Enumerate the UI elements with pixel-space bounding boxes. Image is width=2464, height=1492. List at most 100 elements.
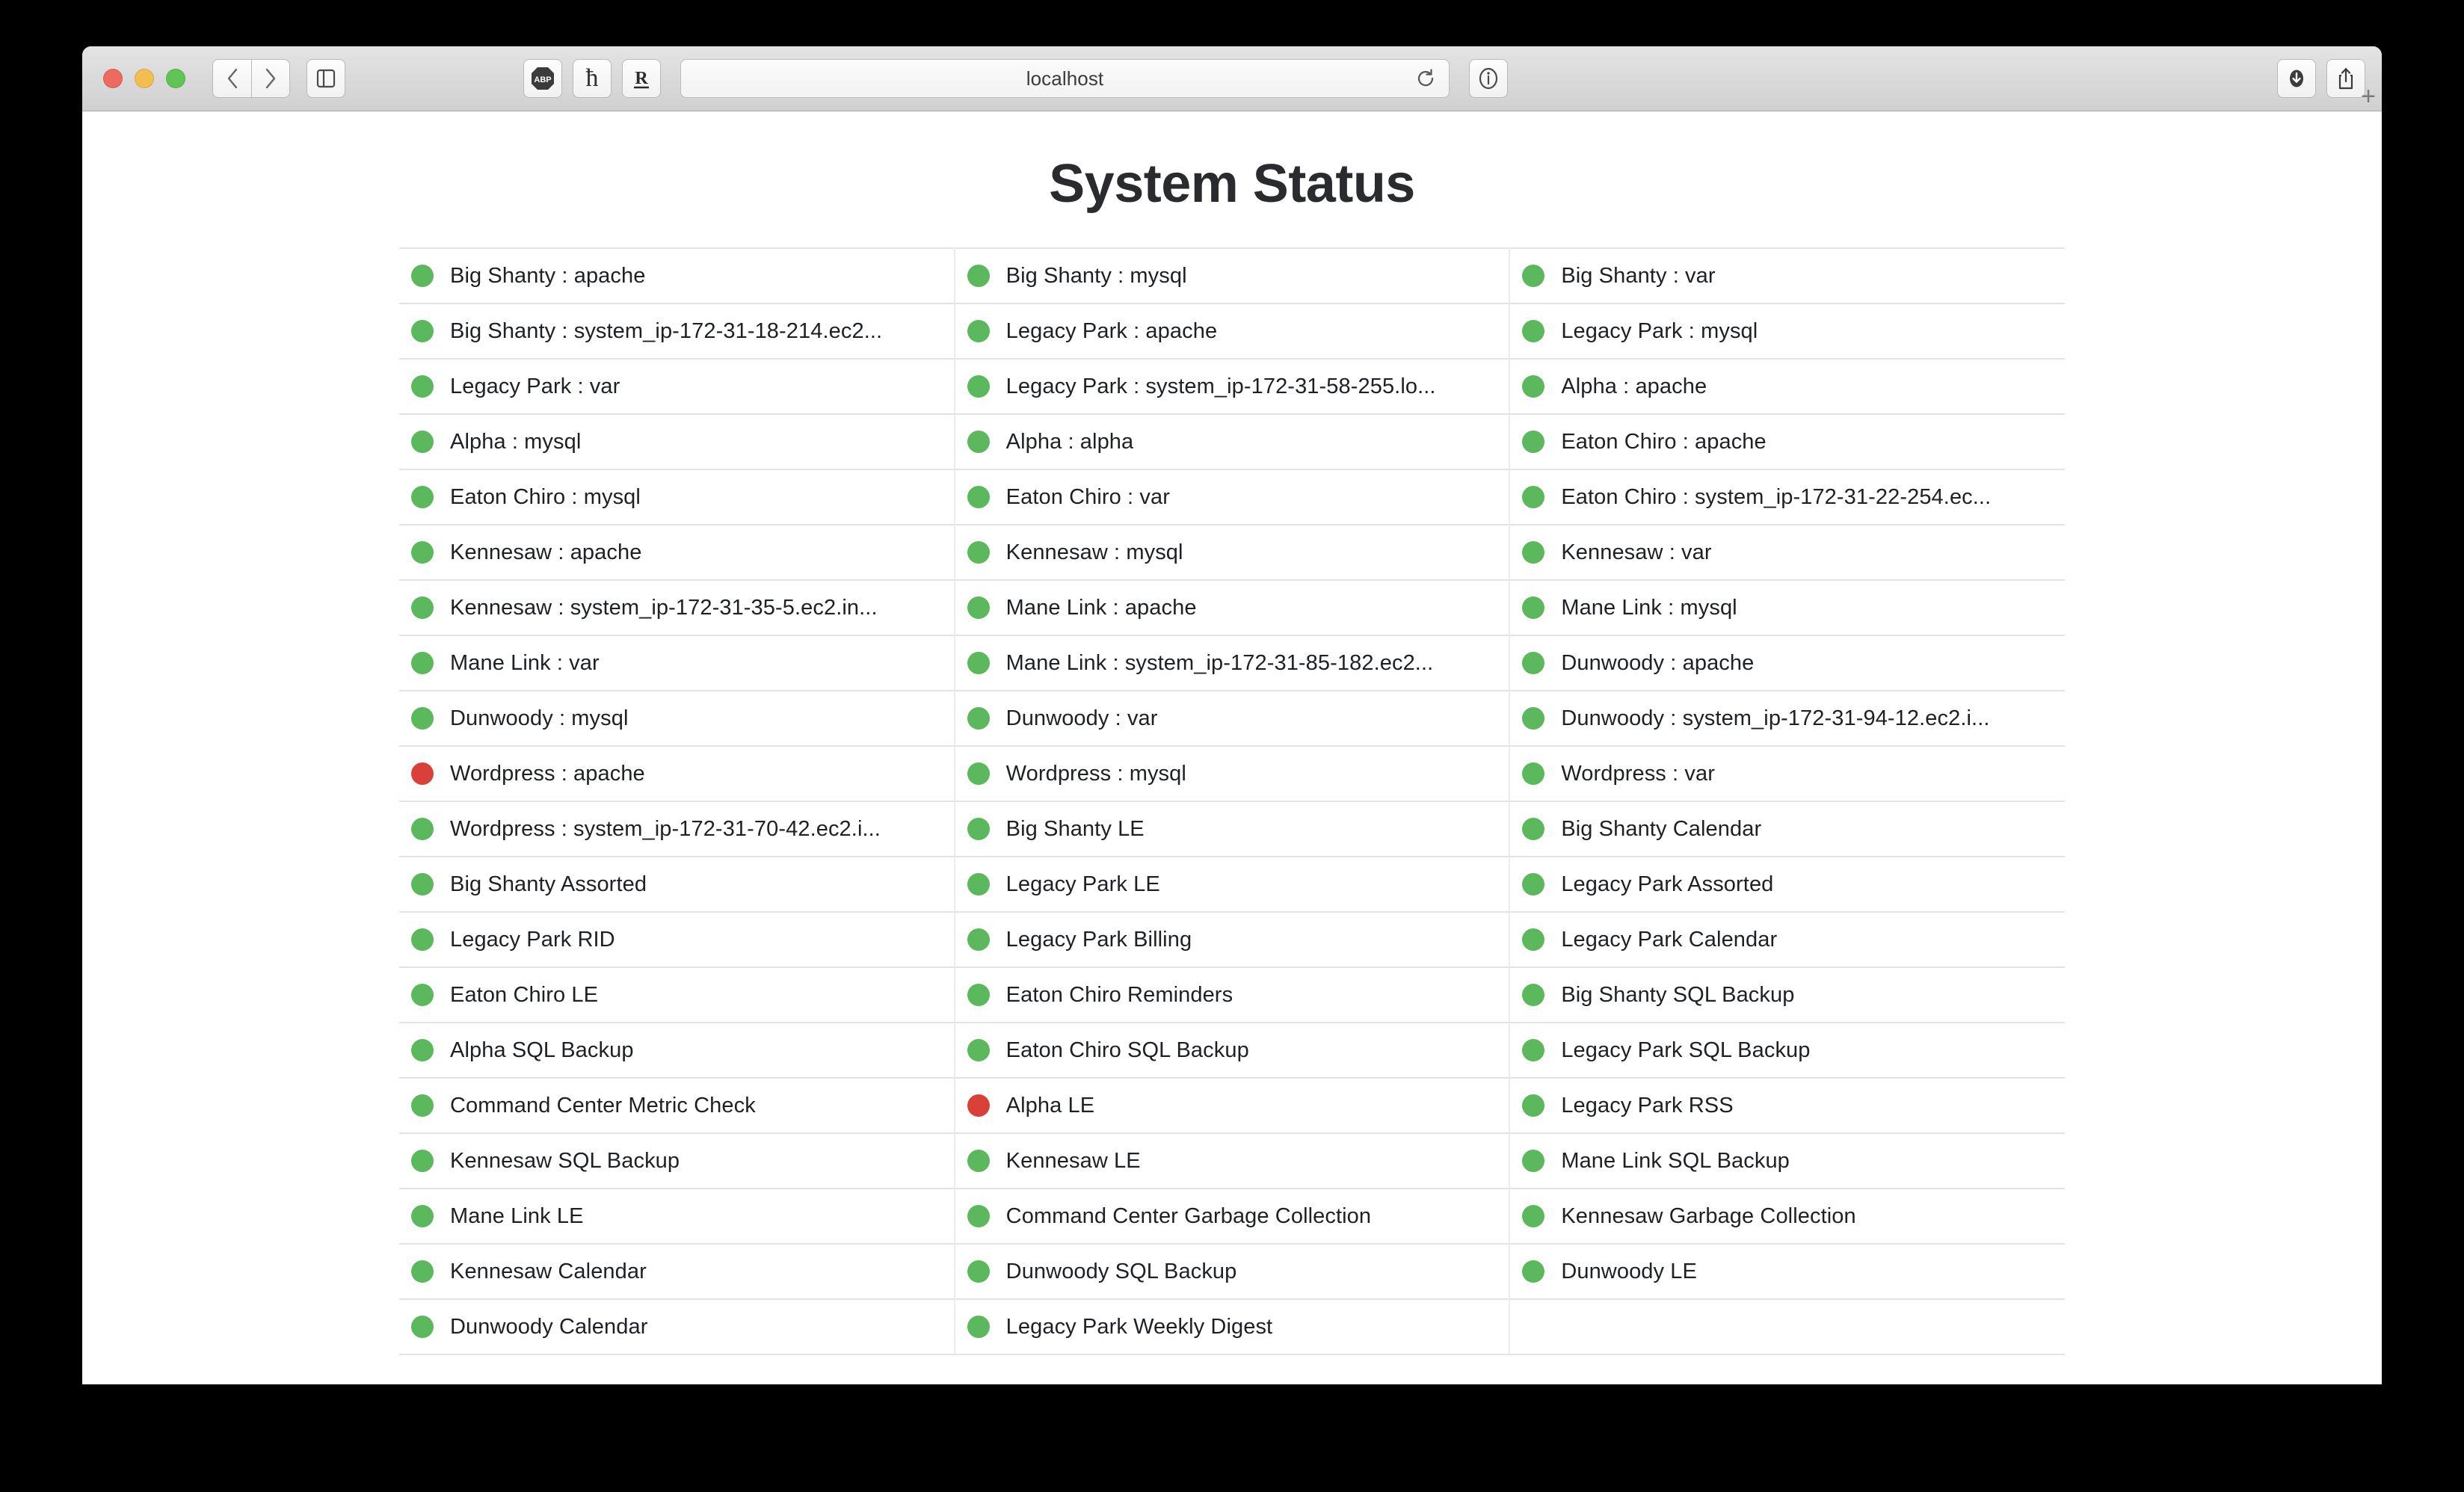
status-cell: Eaton Chiro : mysql [399,469,955,525]
status-item: Dunwoody Calendar [411,1315,940,1340]
address-bar[interactable]: localhost [680,59,1450,98]
status-item-label: Mane Link : system_ip-172-31-85-182.ec2.… [1005,650,1434,675]
status-item-label: Big Shanty Calendar [1561,816,1762,841]
status-item: Eaton Chiro SQL Backup [967,1038,1496,1063]
status-dot-up-icon [967,1150,990,1172]
close-window-button[interactable] [103,69,123,88]
status-item-label: Legacy Park Billing [1005,927,1192,952]
page-title: System Status [1049,154,1415,214]
status-dot-up-icon [967,818,990,840]
status-item-label: Wordpress : var [1561,761,1715,786]
status-dot-up-icon [411,1150,434,1172]
status-item: Mane Link SQL Backup [1522,1149,2051,1174]
status-item-label: Legacy Park RID [450,927,615,952]
status-item: Legacy Park : mysql [1522,319,2051,344]
status-cell: Mane Link : apache [953,579,1511,636]
status-cell: Alpha : apache [1509,358,2065,415]
status-item: Kennesaw SQL Backup [411,1149,940,1174]
status-cell: Mane Link : var [399,635,955,691]
status-item: Alpha : apache [1522,374,2051,399]
status-item: Alpha SQL Backup [411,1038,940,1063]
status-dot-up-icon [1522,652,1545,674]
status-cell: Legacy Park : system_ip-172-31-58-255.lo… [953,358,1511,415]
status-cell: Kennesaw LE [953,1132,1511,1189]
status-dot-up-icon [411,984,434,1006]
table-row: Alpha : mysql Alpha : alpha Eaton Chiro : … [399,413,2065,470]
minimize-window-button[interactable] [135,69,154,88]
status-dot-up-icon [967,762,990,785]
reload-icon [1417,69,1434,87]
status-item: Big Shanty Calendar [1522,817,2051,842]
address-bar-text: localhost [1026,67,1104,90]
status-dot-up-icon [411,486,434,508]
status-cell: Dunwoody LE [1509,1243,2065,1300]
status-item: Big Shanty : mysql [967,264,1496,289]
status-item-label: Legacy Park Assorted [1561,872,1774,896]
status-item-label: Legacy Park LE [1005,872,1160,896]
status-cell: Big Shanty : apache [399,247,955,304]
status-dot-up-icon [411,320,434,342]
status-item-label: Big Shanty SQL Backup [1561,982,1795,1007]
status-item-label: Wordpress : apache [450,761,645,786]
share-button[interactable] [2326,59,2365,98]
status-item: Legacy Park Billing [967,928,1496,952]
page-info-button[interactable] [1469,59,1508,98]
status-item-label: Mane Link : mysql [1561,595,1737,620]
status-dot-up-icon [967,1205,990,1227]
status-item-label: Kennesaw : apache [450,540,642,564]
status-item: Wordpress : mysql [967,762,1496,786]
status-item: Dunwoody : var [967,706,1496,731]
status-cell: Legacy Park : var [399,358,955,415]
browser-titlebar: ABP ħ R localhost + [82,46,2382,111]
status-cell: Eaton Chiro : system_ip-172-31-22-254.ec… [1509,469,2065,525]
downloads-button[interactable] [2277,59,2316,98]
status-item: Mane Link : apache [967,596,1496,620]
status-item: Eaton Chiro Reminders [967,983,1496,1008]
status-item-label: Dunwoody Calendar [450,1314,648,1339]
status-item-label: Legacy Park Calendar [1561,927,1778,952]
status-item: Kennesaw : system_ip-172-31-35-5.ec2.in.… [411,596,940,620]
status-item-label: Wordpress : mysql [1005,761,1186,786]
status-item-label: Mane Link : apache [1005,595,1197,620]
status-item: Wordpress : apache [411,762,940,786]
share-icon [2338,67,2353,90]
status-cell: Dunwoody : system_ip-172-31-94-12.ec2.i.… [1509,690,2065,747]
status-item-label: Big Shanty : apache [450,263,646,288]
adblock-plus-extension-button[interactable]: ABP [523,59,562,98]
status-item: Alpha : alpha [967,430,1496,454]
maximize-window-button[interactable] [166,69,185,88]
status-item-label: Eaton Chiro : var [1005,484,1170,509]
reader-extension-button[interactable]: R [622,59,661,98]
status-item: Big Shanty : system_ip-172-31-18-214.ec2… [411,319,940,344]
status-dot-up-icon [411,1205,434,1227]
table-row: Big Shanty : system_ip-172-31-18-214.ec2… [399,303,2065,360]
status-item: Big Shanty : apache [411,264,940,289]
table-row: Kennesaw Calendar Dunwoody SQL Backup Dunw… [399,1243,2065,1300]
new-tab-button[interactable]: + [2361,84,2376,109]
status-item: Command Center Metric Check [411,1094,940,1118]
forward-button[interactable] [251,59,290,98]
honey-extension-button[interactable]: ħ [573,59,612,98]
status-dot-up-icon [411,1039,434,1061]
status-item-label: Alpha SQL Backup [450,1038,634,1062]
status-cell: Mane Link : system_ip-172-31-85-182.ec2.… [953,635,1511,691]
status-dot-up-icon [967,873,990,895]
status-dot-up-icon [967,1260,990,1283]
status-dot-up-icon [967,541,990,564]
status-cell: Kennesaw SQL Backup [399,1132,955,1189]
reload-button[interactable] [1411,64,1441,93]
back-button[interactable] [212,59,251,98]
table-row: Big Shanty Assorted Legacy Park LE Legacy … [399,856,2065,913]
table-row: Wordpress : apache Wordpress : mysql Wordp… [399,745,2065,802]
status-item: Dunwoody : system_ip-172-31-94-12.ec2.i.… [1522,706,2051,731]
status-cell: Dunwoody : var [953,690,1511,747]
show-sidebar-button[interactable] [307,59,345,98]
status-item: Big Shanty Assorted [411,872,940,897]
status-cell: Kennesaw Garbage Collection [1509,1188,2065,1245]
right-toolbar-buttons [2277,59,2365,98]
status-dot-up-icon [1522,541,1545,564]
status-cell: Legacy Park Assorted [1509,856,2065,913]
status-dot-up-icon [1522,984,1545,1006]
status-cell: Big Shanty Calendar [1509,801,2065,857]
status-item: Alpha LE [967,1094,1496,1118]
